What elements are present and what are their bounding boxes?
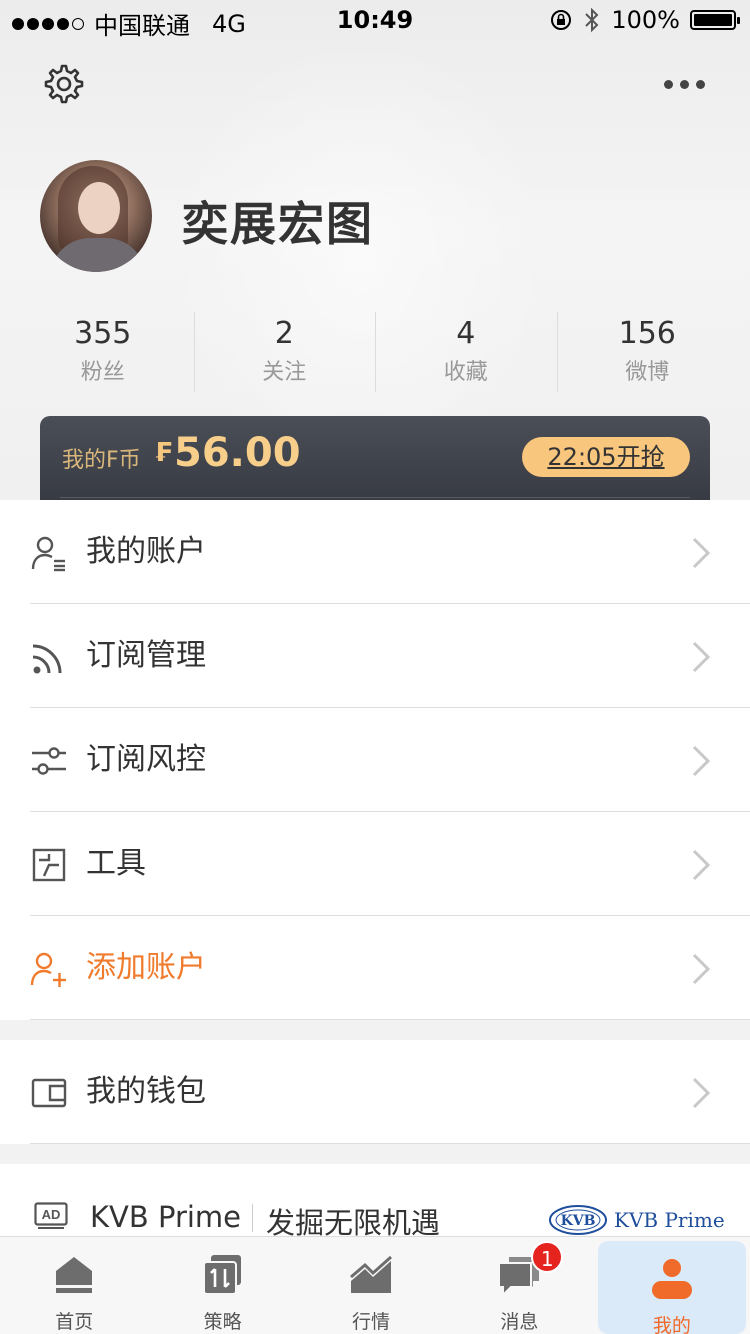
- grab-coin-button[interactable]: 22:05开抢: [522, 437, 690, 477]
- stat-posts[interactable]: 156 微博: [556, 312, 739, 392]
- menu-label: 订阅管理: [86, 638, 206, 673]
- menu-item-subscription[interactable]: 订阅管理: [0, 604, 750, 708]
- menu-label: 我的钱包: [86, 1074, 206, 1109]
- tab-label: 我的: [652, 1315, 691, 1334]
- menu-label: 添加账户: [86, 950, 206, 985]
- rotation-lock-icon: [551, 10, 572, 30]
- tab-market[interactable]: 行情: [297, 1237, 445, 1334]
- market-icon: [350, 1255, 393, 1293]
- profile-icon: [651, 1259, 692, 1299]
- stat-label: 微博: [625, 360, 670, 385]
- tab-profile[interactable]: 我的: [597, 1241, 747, 1334]
- ad-title: KVB Prime: [90, 1200, 242, 1234]
- status-bar: 中国联通 4G 10:49 100%: [0, 0, 750, 40]
- stat-label: 收藏: [443, 360, 488, 385]
- chevron-right-icon: [692, 641, 711, 673]
- coin-label: 我的F币: [62, 448, 141, 473]
- tab-strategy[interactable]: 策略: [148, 1237, 296, 1334]
- profile-stats: 355 粉丝 2 关注 4 收藏 156 微博: [12, 312, 738, 392]
- battery-percent: 100%: [611, 6, 680, 34]
- stat-value: 2: [274, 316, 294, 351]
- coin-card[interactable]: 我的F币 ₣ 56.00 22:05开抢: [40, 416, 710, 500]
- coin-amount: 56.00: [174, 430, 301, 476]
- menu-item-wallet[interactable]: 我的钱包: [0, 1040, 750, 1144]
- kvb-logo: KVB KVB Prime: [548, 1202, 725, 1238]
- kvb-logo-mark: KVB: [549, 1205, 607, 1235]
- menu-label: 我的账户: [86, 534, 206, 569]
- stat-value: 355: [74, 316, 132, 351]
- chevron-right-icon: [692, 537, 711, 569]
- tab-messages[interactable]: 1 消息: [445, 1237, 593, 1334]
- username: 奕展宏图: [182, 197, 374, 251]
- menu-item-account[interactable]: 我的账户: [0, 500, 750, 604]
- account-icon: [31, 536, 65, 572]
- tab-home[interactable]: 首页: [0, 1237, 148, 1334]
- battery-icon: [690, 10, 740, 30]
- coin-symbol: ₣: [154, 438, 173, 468]
- chevron-right-icon: [692, 1077, 711, 1109]
- stat-following[interactable]: 2 关注: [193, 312, 376, 392]
- wallet-section: 我的钱包: [0, 1040, 750, 1144]
- add-user-icon: [30, 952, 66, 987]
- chevron-right-icon: [692, 953, 711, 985]
- menu-list: 我的账户 订阅管理 订阅风控 工具 添加账户: [0, 500, 750, 1020]
- stat-label: 关注: [262, 360, 307, 385]
- menu-label: 订阅风控: [86, 742, 206, 777]
- avatar[interactable]: [40, 160, 152, 272]
- tab-label: 行情: [352, 1311, 391, 1333]
- strategy-icon: [202, 1255, 241, 1295]
- tab-label: 消息: [500, 1311, 539, 1333]
- stat-value: 156: [618, 316, 676, 351]
- ad-icon: AD: [34, 1202, 68, 1229]
- menu-item-tools[interactable]: 工具: [0, 812, 750, 916]
- svg-text:KVB: KVB: [561, 1213, 596, 1229]
- ad-badge: AD: [42, 1207, 61, 1222]
- tool-icon: [32, 848, 66, 882]
- chevron-right-icon: [692, 849, 711, 881]
- message-badge: 1: [531, 1241, 564, 1273]
- kvb-logo-text: KVB Prime: [614, 1208, 725, 1232]
- menu-item-add-account[interactable]: 添加账户: [0, 916, 750, 1020]
- tab-label: 策略: [203, 1311, 242, 1333]
- stat-value: 4: [456, 316, 476, 351]
- chevron-right-icon: [692, 745, 711, 777]
- tab-label: 首页: [55, 1311, 94, 1333]
- gear-icon[interactable]: [40, 62, 84, 106]
- home-icon: [56, 1257, 93, 1293]
- sliders-icon: [32, 747, 66, 775]
- tab-bar: 首页 策略 行情 1 消息 我的: [0, 1236, 750, 1334]
- stat-label: 粉丝: [80, 360, 125, 385]
- stat-fans[interactable]: 355 粉丝: [12, 312, 194, 392]
- ad-banner[interactable]: AD KVB Prime 发掘无限机遇 KVB KVB Prime: [0, 1164, 750, 1244]
- wallet-icon: [31, 1078, 67, 1108]
- stat-favorites[interactable]: 4 收藏: [375, 312, 557, 392]
- profile-header: 中国联通 4G 10:49 100% 奕展宏图 355 粉丝 2 关注 4 收藏…: [0, 0, 750, 500]
- bluetooth-icon: [585, 7, 599, 33]
- menu-label: 工具: [86, 846, 146, 881]
- more-icon[interactable]: [664, 72, 714, 96]
- ad-separator: [252, 1204, 253, 1232]
- rss-icon: [32, 644, 62, 674]
- menu-item-risk-control[interactable]: 订阅风控: [0, 708, 750, 812]
